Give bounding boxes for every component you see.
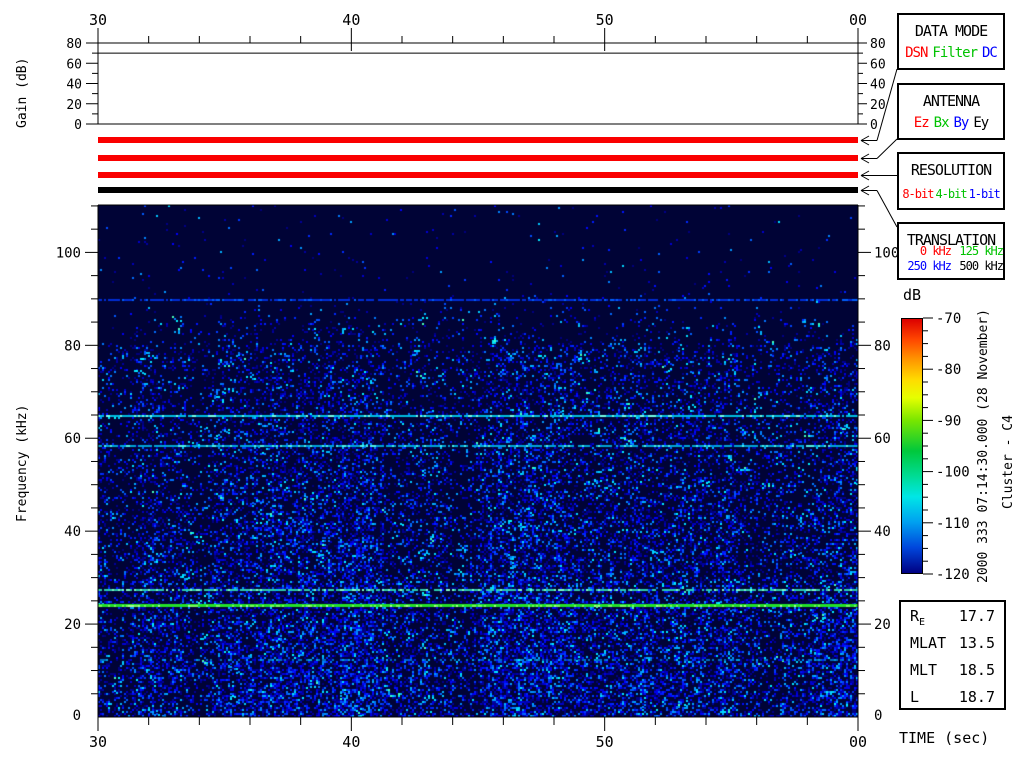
translation-option-500khz: 500 kHz — [959, 259, 1004, 273]
svg-text:60: 60 — [870, 57, 886, 72]
status-bar-translation — [98, 187, 858, 193]
svg-text:0: 0 — [874, 708, 882, 724]
data-mode-panel: DATA MODE DSN Filter DC — [897, 13, 1005, 70]
gain-axis-label: Gain (dB) — [15, 57, 30, 128]
ephemeris-row-mlt: MLT 18.5 — [901, 660, 1004, 687]
ephemeris-label: RE — [910, 607, 926, 628]
svg-text:80: 80 — [66, 37, 82, 52]
resolution-option-8bit: 8-bit — [902, 187, 934, 201]
spectrogram-canvas — [98, 205, 858, 717]
svg-text:40: 40 — [342, 733, 360, 751]
resolution-title: RESOLUTION — [910, 161, 992, 179]
svg-text:50: 50 — [596, 11, 614, 29]
translation-option-0khz: 0 kHz — [919, 244, 952, 258]
data-mode-option-dsn: DSN — [905, 45, 928, 61]
svg-text:50: 50 — [596, 733, 614, 751]
svg-text:60: 60 — [66, 57, 82, 72]
svg-text:20: 20 — [64, 617, 81, 633]
ephemeris-value: 13.5 — [958, 634, 995, 652]
svg-text:40: 40 — [66, 78, 82, 93]
status-bar-data-mode — [98, 137, 858, 143]
svg-text:80: 80 — [874, 338, 891, 354]
svg-text:-90: -90 — [936, 413, 961, 429]
translation-panel: TRANSLATION 0 kHz 125 kHz 250 kHz 500 kH… — [897, 222, 1005, 280]
data-mode-option-dc: DC — [982, 45, 998, 61]
frequency-axis-label: Frequency (kHz) — [15, 404, 30, 522]
wbd-spectrogram-page: 30 40 50 00 80 80 60 60 40 40 20 20 0 0 100 100 80 80 60 60… — [0, 0, 1024, 768]
svg-text:30: 30 — [89, 11, 107, 29]
ephemeris-row-l: L 18.7 — [901, 687, 1004, 714]
resolution-option-1bit: 1-bit — [968, 187, 1001, 201]
svg-text:100: 100 — [874, 245, 899, 261]
svg-text:-80: -80 — [936, 362, 961, 378]
svg-text:40: 40 — [342, 11, 360, 29]
spacecraft-label: Cluster - C4 — [1001, 415, 1016, 509]
start-datetime-label: 2000 333 07:14:30.000 (28 November) — [976, 309, 991, 583]
antenna-option-bx: Bx — [933, 115, 950, 131]
antenna-title: ANTENNA — [922, 92, 980, 110]
colorbar — [901, 318, 923, 574]
ephemeris-label: MLAT — [910, 634, 947, 652]
antenna-option-by: By — [953, 115, 970, 131]
svg-text:80: 80 — [64, 338, 81, 354]
svg-text:30: 30 — [89, 733, 107, 751]
svg-text:0: 0 — [74, 118, 82, 133]
svg-text:80: 80 — [870, 37, 886, 52]
svg-text:20: 20 — [870, 98, 886, 113]
ephemeris-label: L — [910, 688, 920, 706]
svg-text:0: 0 — [73, 708, 81, 724]
svg-text:60: 60 — [874, 431, 891, 447]
antenna-option-ez: Ez — [913, 115, 930, 131]
ephemeris-label: MLT — [910, 661, 938, 679]
translation-option-125khz: 125 kHz — [959, 244, 1004, 258]
svg-text:20: 20 — [874, 617, 891, 633]
status-bar-resolution — [98, 172, 858, 178]
ephemeris-value: 18.7 — [958, 688, 995, 706]
svg-text:40: 40 — [64, 524, 81, 540]
resolution-option-4bit: 4-bit — [935, 187, 967, 201]
svg-text:60: 60 — [64, 431, 81, 447]
svg-text:20: 20 — [66, 98, 82, 113]
svg-text:-110: -110 — [936, 516, 970, 532]
ephemeris-box: RE 17.7 MLAT 13.5 MLT 18.5 L 18.7 — [899, 600, 1006, 710]
ephemeris-value: 17.7 — [958, 607, 995, 625]
ephemeris-value: 18.5 — [958, 661, 995, 679]
time-axis-label: TIME (sec) — [899, 729, 990, 747]
svg-text:-120: -120 — [936, 567, 970, 583]
ephemeris-row-mlat: MLAT 13.5 — [901, 633, 1004, 660]
translation-option-250khz: 250 kHz — [907, 259, 952, 273]
svg-text:-100: -100 — [936, 465, 970, 481]
svg-text:40: 40 — [870, 78, 886, 93]
ephemeris-row-re: RE 17.7 — [901, 606, 1004, 633]
status-bar-antenna — [98, 155, 858, 161]
svg-text:0: 0 — [870, 118, 878, 133]
svg-text:-70: -70 — [936, 311, 961, 327]
svg-text:100: 100 — [56, 245, 81, 261]
resolution-panel: RESOLUTION 8-bit 4-bit 1-bit — [897, 152, 1005, 210]
antenna-panel: ANTENNA Ez Bx By Ey — [897, 83, 1005, 140]
svg-text:00: 00 — [849, 733, 867, 751]
data-mode-option-filter: Filter — [932, 45, 978, 61]
svg-text:00: 00 — [849, 11, 867, 29]
antenna-option-ey: Ey — [973, 115, 989, 131]
colorbar-title: dB — [903, 286, 922, 304]
data-mode-title: DATA MODE — [914, 22, 988, 40]
svg-text:40: 40 — [874, 524, 891, 540]
